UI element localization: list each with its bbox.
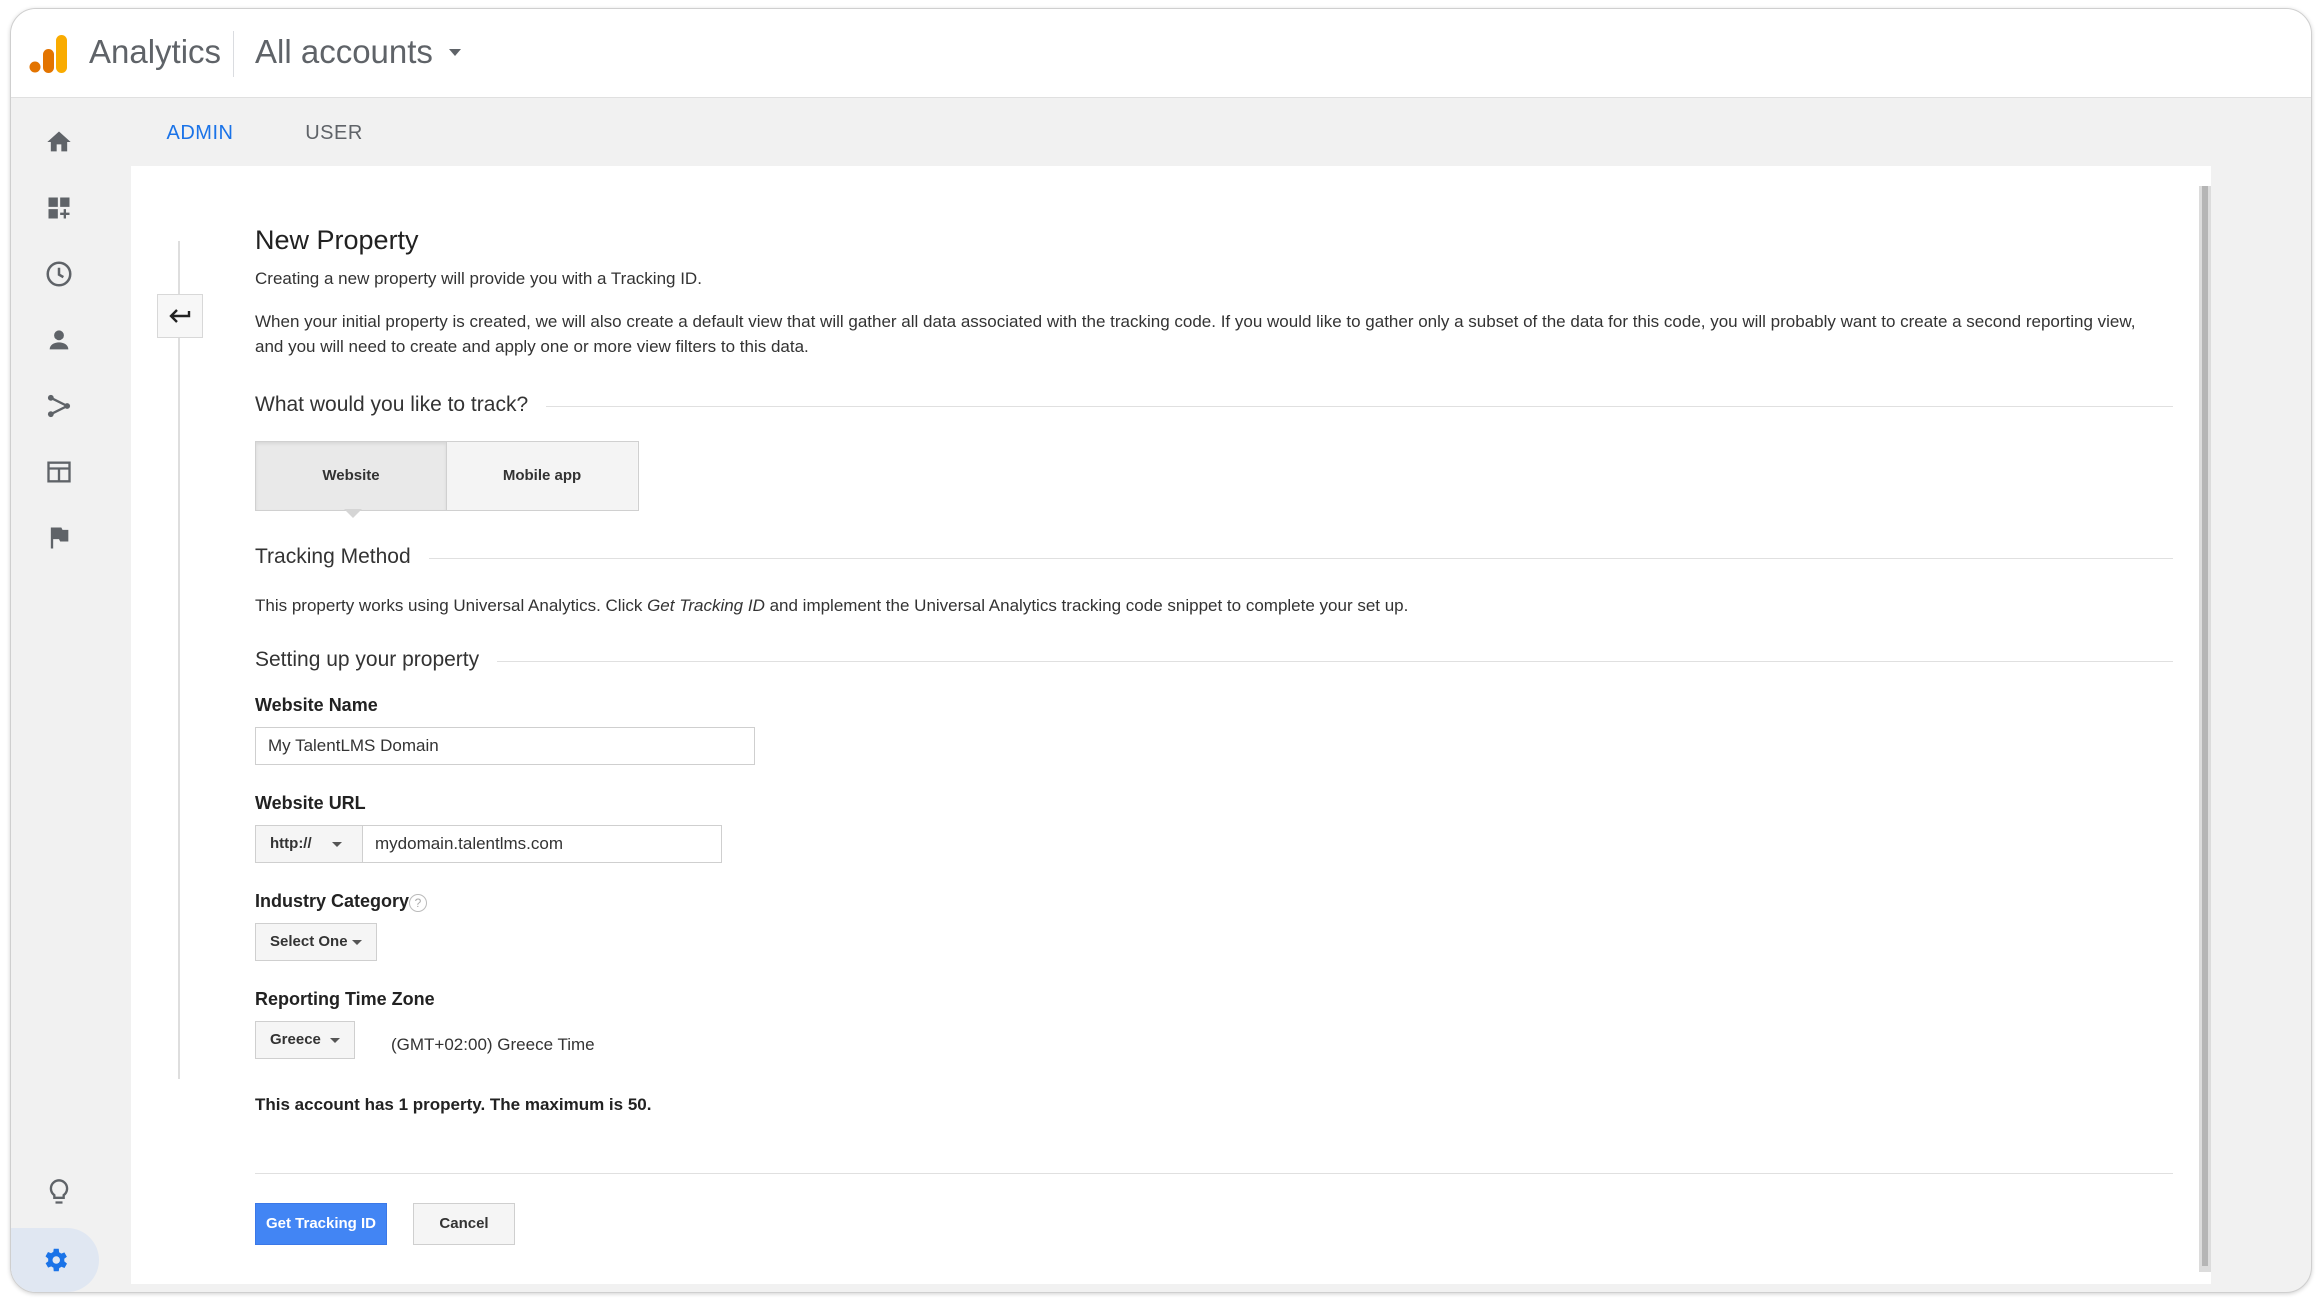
property-limit-notice: This account has 1 property. The maximum… [255,1095,652,1114]
footer-divider [255,1173,2173,1174]
tracking-method-text-start: This property works using Universal Anal… [255,596,648,615]
chevron-down-icon [352,940,362,945]
description-text: When your initial property is created, w… [255,312,2136,356]
behavior-icon[interactable] [31,444,87,500]
website-name-input[interactable] [255,727,755,765]
chevron-down-icon[interactable] [447,48,463,58]
audience-person-icon[interactable] [31,312,87,368]
header-divider [233,31,234,77]
protocol-dropdown[interactable]: http:// [255,825,363,863]
side-navigation [11,98,119,1292]
get-tracking-id-button[interactable]: Get Tracking ID [255,1203,387,1245]
track-question: What would you like to track? [255,393,547,417]
website-url-input[interactable] [362,825,722,863]
intro-text: Creating a new property will provide you… [255,269,702,288]
back-arrow-icon [169,309,191,323]
section-divider [255,558,2173,559]
admin-gear-icon[interactable] [11,1228,99,1292]
page-title: New Property [255,225,419,255]
get-tracking-id-reference: Get Tracking ID [647,596,765,615]
selection-pointer [344,509,362,518]
time-zone-country-dropdown[interactable]: Greece [255,1021,355,1059]
app-window: Analytics All accounts ADMIN USER New Pr… [10,8,2312,1293]
acquisition-icon[interactable] [31,378,87,434]
realtime-clock-icon[interactable] [31,246,87,302]
discover-lightbulb-icon[interactable] [31,1164,87,1220]
account-selector[interactable]: All accounts [255,33,433,71]
tracking-method-text: This property works using Universal Anal… [255,596,1408,616]
back-button[interactable] [157,294,203,338]
step-timeline [178,241,180,1079]
setup-title: Setting up your property [255,648,498,672]
cancel-button[interactable]: Cancel [413,1203,515,1245]
chevron-down-icon [330,1038,340,1043]
scrollbar-thumb[interactable] [2202,186,2208,1266]
time-zone-value: (GMT+02:00) Greece Time [391,1035,595,1054]
tracking-method-text-end: and implement the Universal Analytics tr… [764,596,1409,615]
top-bar: Analytics All accounts [11,9,2311,98]
website-name-label: Website Name [255,695,378,715]
chevron-down-icon [332,842,342,847]
protocol-value: http:// [270,835,312,852]
track-type-selector: Website Mobile app [255,441,639,511]
customization-icon[interactable] [31,180,87,236]
reporting-time-zone-label: Reporting Time Zone [255,989,435,1009]
conversions-flag-icon[interactable] [31,510,87,566]
industry-category-dropdown[interactable]: Select One [255,923,377,961]
help-icon[interactable]: ? [409,894,427,912]
section-divider [255,661,2173,662]
home-icon[interactable] [31,114,87,170]
industry-category-label: Industry Category [255,891,410,911]
app-name: Analytics [89,33,222,70]
tracking-method-title: Tracking Method [255,545,429,569]
time-zone-country-value: Greece [270,1031,321,1048]
tab-admin[interactable]: ADMIN [131,98,269,171]
industry-value: Select One [270,933,348,950]
analytics-logo-icon[interactable] [27,31,71,77]
website-url-label: Website URL [255,793,366,813]
mobile-app-option[interactable]: Mobile app [447,442,637,510]
website-option[interactable]: Website [256,442,447,510]
tab-user[interactable]: USER [279,98,389,168]
